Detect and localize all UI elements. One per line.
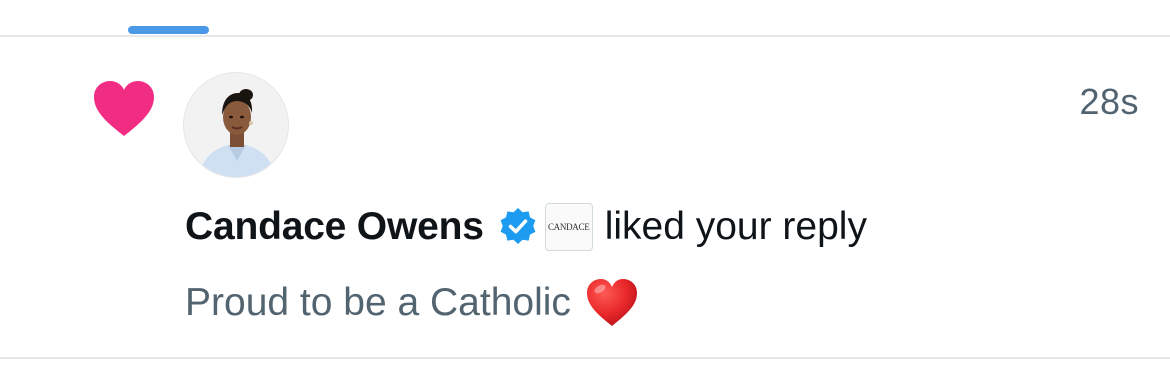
affiliate-badge-label: CANDACE xyxy=(547,222,590,232)
timestamp: 28s xyxy=(1079,81,1139,122)
user-name[interactable]: Candace Owens xyxy=(185,205,484,249)
bottom-divider xyxy=(0,357,1170,359)
affiliate-badge[interactable]: CANDACE xyxy=(544,203,593,251)
reply-text: Proud to be a Catholic xyxy=(185,281,571,324)
profile-avatar xyxy=(184,73,288,177)
notification-header: Candace Owens CANDACE liked your reply xyxy=(185,200,867,254)
reply-preview[interactable]: Proud to be a Catholic xyxy=(185,278,639,328)
heart-icon xyxy=(94,81,154,136)
red-heart-icon xyxy=(586,279,637,326)
avatar[interactable] xyxy=(183,72,289,178)
notifications-page: 28s Candace Owens CANDACE liked your rep… xyxy=(0,0,1170,389)
notification-item[interactable]: 28s Candace Owens CANDACE liked your rep… xyxy=(0,0,1170,357)
verified-badge-icon xyxy=(500,208,536,244)
action-text: liked your reply xyxy=(604,205,867,248)
